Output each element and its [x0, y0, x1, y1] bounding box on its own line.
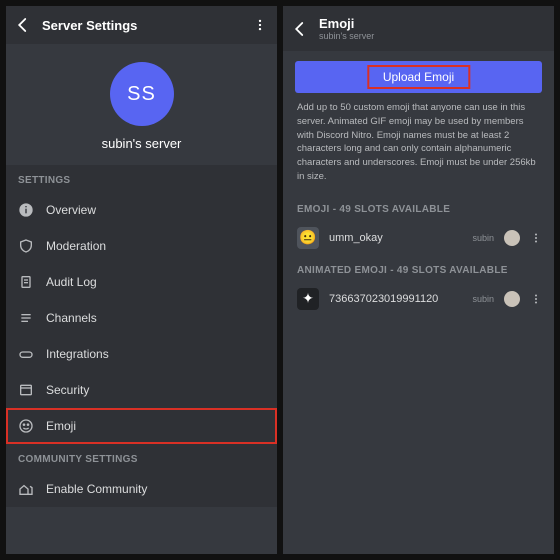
menu-item-moderation[interactable]: Moderation: [6, 228, 277, 264]
emoji-thumbnail: ✦: [297, 288, 319, 310]
emoji-thumbnail: 😐: [297, 227, 319, 249]
menu-item-integrations[interactable]: Integrations: [6, 336, 277, 372]
back-arrow-icon[interactable]: [291, 20, 309, 38]
emoji-icon: [18, 418, 34, 434]
more-vertical-icon[interactable]: [530, 232, 544, 244]
emoji-description: Add up to 50 custom emoji that anyone ca…: [283, 101, 554, 194]
clipboard-icon: [18, 274, 34, 290]
menu-label: Security: [46, 383, 89, 397]
menu-label: Integrations: [46, 347, 109, 361]
header-bar: Server Settings: [6, 6, 277, 44]
server-settings-screen: Server Settings SS subin's server SETTIN…: [6, 6, 277, 554]
animated-slots-label: ANIMATED EMOJI - 49 SLOTS AVAILABLE: [283, 255, 554, 282]
upload-emoji-button[interactable]: Upload Emoji Upload Emoji: [295, 61, 542, 93]
gamepad-icon: [18, 346, 34, 362]
settings-menu: Overview Moderation Audit Log Channels I: [6, 192, 277, 444]
emoji-row[interactable]: ✦ 736637023019991120 subin: [283, 282, 554, 316]
more-vertical-icon[interactable]: [253, 18, 267, 32]
section-label-community: COMMUNITY SETTINGS: [6, 444, 277, 471]
header-title: Server Settings: [42, 18, 243, 33]
menu-item-emoji[interactable]: Emoji: [6, 408, 277, 444]
menu-label: Moderation: [46, 239, 106, 253]
info-icon: [18, 202, 34, 218]
menu-label: Emoji: [46, 419, 76, 433]
menu-item-audit-log[interactable]: Audit Log: [6, 264, 277, 300]
emoji-row[interactable]: 😐 umm_okay subin: [283, 221, 554, 255]
server-avatar[interactable]: SS: [110, 62, 174, 126]
community-icon: [18, 481, 34, 497]
menu-label: Enable Community: [46, 482, 147, 496]
shield-icon: [18, 238, 34, 254]
header-title: Emoji: [319, 16, 544, 31]
header-subtitle: subin's server: [319, 31, 544, 41]
emoji-settings-screen: Emoji subin's server Upload Emoji Upload…: [283, 6, 554, 554]
owner-avatar: [504, 230, 520, 246]
menu-item-security[interactable]: Security: [6, 372, 277, 408]
menu-label: Overview: [46, 203, 96, 217]
more-vertical-icon[interactable]: [530, 293, 544, 305]
security-icon: [18, 382, 34, 398]
emoji-name: 736637023019991120: [329, 293, 462, 305]
upload-emoji-label: Upload Emoji: [383, 70, 454, 84]
emoji-slots-label: EMOJI - 49 SLOTS AVAILABLE: [283, 194, 554, 221]
server-name: subin's server: [102, 136, 182, 151]
owner-avatar: [504, 291, 520, 307]
header-bar: Emoji subin's server: [283, 6, 554, 51]
menu-label: Channels: [46, 311, 97, 325]
community-menu: Enable Community: [6, 471, 277, 507]
back-arrow-icon[interactable]: [14, 16, 32, 34]
menu-label: Audit Log: [46, 275, 97, 289]
emoji-owner: subin: [472, 294, 494, 304]
list-icon: [18, 310, 34, 326]
menu-item-overview[interactable]: Overview: [6, 192, 277, 228]
emoji-owner: subin: [472, 233, 494, 243]
menu-item-enable-community[interactable]: Enable Community: [6, 471, 277, 507]
section-label-settings: SETTINGS: [6, 165, 277, 192]
server-hero: SS subin's server: [6, 44, 277, 165]
emoji-name: umm_okay: [329, 232, 462, 244]
menu-item-channels[interactable]: Channels: [6, 300, 277, 336]
